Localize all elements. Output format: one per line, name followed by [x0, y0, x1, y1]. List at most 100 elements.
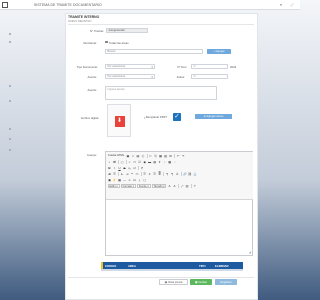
undo-icon[interactable]: ↶ — [176, 154, 180, 158]
register-button[interactable]: Registrar — [215, 279, 237, 285]
size-select[interactable]: Tamaño ▾ — [151, 183, 167, 188]
underline-icon[interactable]: U — [118, 166, 122, 170]
menu-toggle-icon[interactable] — [2, 2, 8, 8]
style-select[interactable]: Estilo ▾ — [107, 183, 120, 188]
format-select[interactable]: Formato ▾ — [120, 183, 136, 188]
paste-icon[interactable]: ▦ — [159, 154, 163, 158]
subject-type-select[interactable]: Por seleccionar — [105, 74, 155, 79]
pdf-dropzone[interactable]: ⬇ — [107, 104, 131, 137]
link-icon[interactable]: 🔗 — [183, 172, 187, 176]
sidebar-item[interactable] — [9, 100, 11, 102]
page-break-icon[interactable]: ⤓ — [138, 178, 142, 182]
areas-table-body — [101, 269, 243, 271]
subject-textarea[interactable]: Ingrese asunto — [105, 86, 217, 100]
resize-handle-icon[interactable]: ◢ — [249, 250, 251, 254]
numbered-list-icon[interactable]: ≔ — [108, 172, 112, 176]
image-button-icon[interactable]: ▩ — [168, 160, 172, 164]
expand-icon[interactable]: ⤢ — [290, 3, 294, 7]
sidebar-item[interactable] — [9, 41, 11, 43]
document-type-label: Tipo Documento: — [76, 65, 98, 69]
remitente-search-input[interactable]: Buscar — [105, 49, 203, 54]
help-icon[interactable]: ? — [193, 184, 197, 188]
rtl-icon[interactable]: ¶ — [170, 172, 174, 176]
preview-icon[interactable]: ▤ — [136, 154, 140, 158]
select-field-icon[interactable]: ▾ — [158, 160, 162, 164]
clear-format-icon[interactable]: Ⱦ — [140, 166, 144, 170]
source-html-button[interactable]: Fuente HTML — [108, 154, 125, 158]
flash-icon[interactable]: ⚡ — [113, 178, 117, 182]
textfield-icon[interactable]: ▬ — [148, 160, 152, 164]
bold-icon[interactable]: B — [108, 166, 112, 170]
copy-icon[interactable]: ⎘ — [154, 154, 158, 158]
justify-icon[interactable]: ≣ — [158, 172, 162, 176]
language-icon[interactable]: Ä — [175, 172, 179, 176]
italic-icon[interactable]: I — [113, 166, 117, 170]
image-icon[interactable]: ▣ — [108, 178, 112, 182]
maximize-icon[interactable]: ⤢ — [180, 184, 184, 188]
redo-icon[interactable]: ↷ — [181, 154, 185, 158]
ltr-icon[interactable]: ¶ — [165, 172, 169, 176]
table-accent — [101, 262, 103, 269]
button-field-icon[interactable]: ▫ — [163, 160, 167, 164]
sidebar — [0, 10, 12, 300]
replace-pdf-checkbox[interactable]: ✓ — [173, 113, 181, 121]
align-right-icon[interactable]: ☰ — [153, 172, 157, 176]
align-center-icon[interactable]: ≡ — [148, 172, 152, 176]
show-blocks-icon[interactable]: ▥ — [185, 184, 189, 188]
toolbar-row-2: ⌕ ⇄ ▢ ✓ ▭ ☑ ◉ ▬ ▤ ▾ ▫ ▩ ◌ — [108, 159, 177, 165]
hidden-field-icon[interactable]: ◌ — [173, 160, 177, 164]
textarea-icon[interactable]: ▤ — [153, 160, 157, 164]
select-all-icon[interactable]: ▢ — [120, 160, 124, 164]
register-label: Registrar — [220, 280, 232, 284]
toolbar-row-5: ▣ ⚡ ▦ ― ☺ Ω ⤓ ▢ — [108, 178, 147, 183]
unlink-icon[interactable]: ⛓ — [188, 172, 192, 176]
blockquote-icon[interactable]: ❝ — [130, 172, 134, 176]
hr-icon[interactable]: ― — [123, 178, 127, 182]
folios-input[interactable]: nº — [191, 74, 228, 79]
checkbox-icon[interactable]: ☑ — [138, 160, 142, 164]
bulleted-list-icon[interactable]: ☰ — [113, 172, 117, 176]
indent-icon[interactable]: ⇥ — [125, 172, 129, 176]
all-areas-checkbox[interactable] — [105, 40, 108, 44]
paste-word-icon[interactable]: W — [169, 154, 173, 158]
font-select[interactable]: Fuente ▾ — [136, 183, 151, 188]
save-icon[interactable]: ▣ — [126, 154, 130, 158]
spellcheck-icon[interactable]: ✓ — [128, 160, 132, 164]
cut-icon[interactable]: ✂ — [149, 154, 153, 158]
doc-number-input[interactable]: nº — [191, 64, 228, 69]
replace-icon[interactable]: ⇄ — [113, 160, 117, 164]
bg-color-icon[interactable]: A — [172, 184, 176, 188]
paste-text-icon[interactable]: ▧ — [164, 154, 168, 158]
align-left-icon[interactable]: ☰ — [143, 172, 147, 176]
toolbar-row-6: Estilo ▾ Formato ▾ Fuente ▾ Tamaño ▾ A A… — [107, 183, 197, 189]
smiley-icon[interactable]: ☺ — [128, 178, 132, 182]
doc-year: 2022 — [230, 65, 237, 69]
outdent-icon[interactable]: ⇤ — [120, 172, 124, 176]
sidebar-item[interactable] — [9, 138, 11, 140]
add-remitente-button[interactable]: ⌕ Agregar — [207, 49, 231, 54]
radio-icon[interactable]: ◉ — [143, 160, 147, 164]
table-icon[interactable]: ▦ — [118, 178, 122, 182]
sidebar-item[interactable] — [9, 149, 11, 151]
rich-text-editor[interactable]: Fuente HTML ▣ □ ▤ ⎙ ✂ ⎘ ▦ ▧ W ↶ ↷ ⌕ ⇄ ▢ … — [105, 151, 253, 256]
iframe-icon[interactable]: ▢ — [143, 178, 147, 182]
add-attachment-button[interactable]: ⊕ Agregar anexo — [195, 114, 232, 119]
document-type-select[interactable]: Por seleccionar — [105, 64, 155, 69]
sidebar-item[interactable] — [9, 85, 11, 87]
special-char-icon[interactable]: Ω — [133, 178, 137, 182]
sidebar-item[interactable] — [9, 33, 11, 35]
strike-icon[interactable]: S — [123, 166, 127, 170]
text-color-icon[interactable]: A — [167, 184, 171, 188]
form-icon[interactable]: ▭ — [133, 160, 137, 164]
user-icon[interactable]: ● — [279, 3, 283, 7]
save-button[interactable]: ▣ Grabar — [190, 279, 212, 285]
superscript-icon[interactable]: x² — [133, 166, 137, 170]
div-icon[interactable]: ▭ — [135, 172, 139, 176]
print-icon[interactable]: ⎙ — [141, 154, 145, 158]
sidebar-item[interactable] — [9, 128, 11, 130]
anchor-icon[interactable]: ⚓ — [193, 172, 197, 176]
new-page-icon[interactable]: □ — [131, 154, 135, 158]
preview-button[interactable]: ◉ Vista previa — [159, 279, 188, 285]
find-icon[interactable]: ⌕ — [108, 160, 112, 164]
subscript-icon[interactable]: x₂ — [128, 166, 132, 170]
